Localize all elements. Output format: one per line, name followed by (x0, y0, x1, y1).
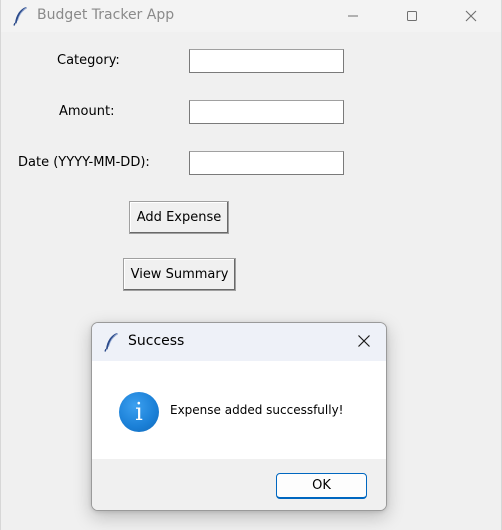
minimize-button[interactable] (331, 0, 375, 32)
dialog-title: Success (128, 333, 185, 349)
maximize-icon (406, 7, 418, 26)
view-summary-button[interactable]: View Summary (123, 258, 236, 291)
main-window: Budget Tracker App Category: Amount: Dat… (0, 0, 502, 530)
feather-icon (13, 6, 29, 30)
dialog-feather-icon (104, 332, 120, 356)
dialog-close-button[interactable] (342, 323, 386, 361)
amount-input[interactable] (189, 100, 344, 124)
minimize-icon (347, 7, 359, 26)
dialog-title-bar[interactable]: Success (92, 323, 386, 361)
date-label: Date (YYYY-MM-DD): (18, 155, 150, 170)
dialog-footer: OK (92, 459, 386, 510)
amount-label: Amount: (59, 104, 115, 119)
window-title: Budget Tracker App (37, 7, 175, 23)
info-icon: i (119, 392, 159, 432)
dialog-message: Expense added successfully! (170, 403, 344, 417)
category-input[interactable] (189, 49, 344, 73)
maximize-button[interactable] (390, 0, 434, 32)
success-dialog: Success i Expense added successfully! OK (91, 322, 387, 511)
date-input[interactable] (189, 151, 344, 175)
close-button[interactable] (449, 0, 493, 32)
close-icon (357, 333, 371, 352)
title-bar[interactable]: Budget Tracker App (1, 0, 501, 32)
category-label: Category: (57, 53, 120, 68)
dialog-body: i Expense added successfully! (92, 361, 386, 459)
ok-button[interactable]: OK (276, 473, 367, 499)
add-expense-button[interactable]: Add Expense (129, 201, 229, 234)
close-icon (465, 7, 477, 26)
